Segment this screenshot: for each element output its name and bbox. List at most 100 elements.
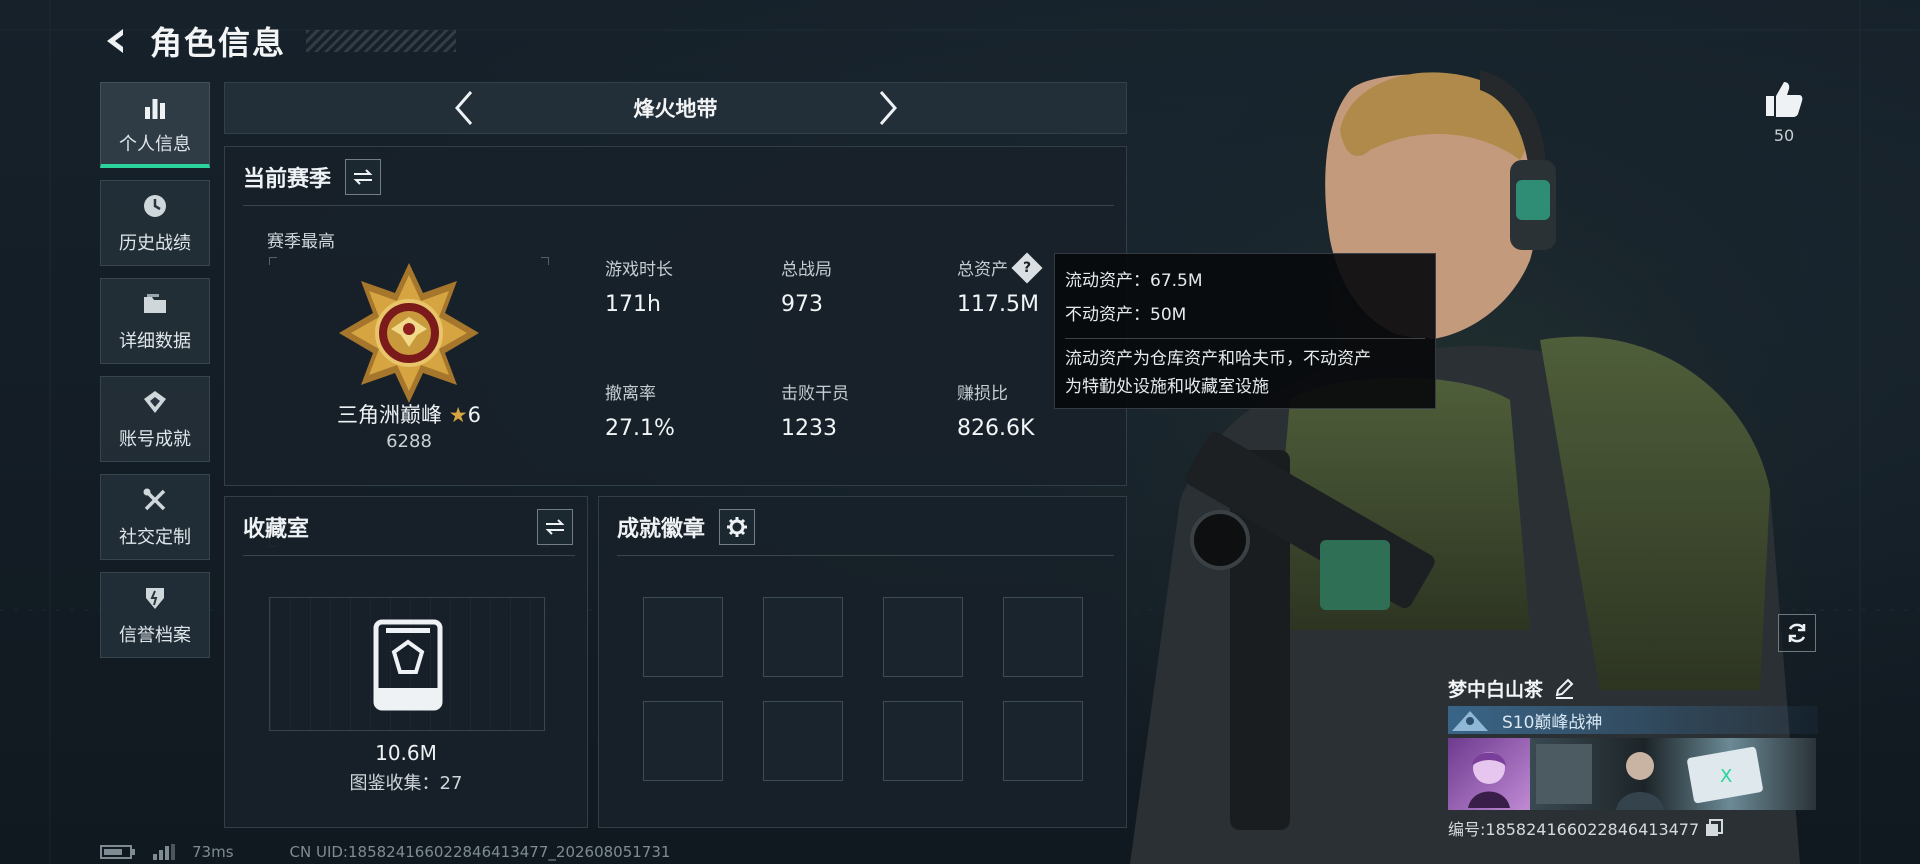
- rank-medal-icon: [339, 263, 479, 403]
- stat-total-assets: 总资产 ? 117.5M: [957, 251, 1043, 317]
- thumbs-up-icon: [1766, 82, 1803, 117]
- stat-operators-defeated: 击败干员 1233: [781, 384, 849, 441]
- player-profile-card: 梦中白山茶 S10巅峰战神 X 编号:185824166022846413477: [1448, 670, 1818, 840]
- sidebar-item-label: 详细数据: [119, 331, 191, 352]
- back-arrow-icon: [107, 29, 123, 53]
- rank-name-row: 三角洲巅峰 ★6: [269, 399, 549, 429]
- star-icon: ★: [448, 403, 468, 427]
- sidebar-item-label: 历史战绩: [119, 233, 191, 254]
- svg-text:X: X: [1720, 766, 1732, 787]
- player-banner[interactable]: X: [1448, 738, 1816, 810]
- history-clock-icon: [140, 191, 170, 221]
- current-season-panel: 当前赛季 赛季最高 三角洲巅峰 ★6 6288 游戏时长 171h 总战局 97…: [224, 146, 1127, 547]
- sidebar-item-achievements[interactable]: 账号成就: [100, 376, 210, 462]
- collection-count: 图鉴收集：27: [349, 773, 463, 794]
- rank-name: 三角洲巅峰: [337, 403, 443, 427]
- tools-icon: [140, 485, 170, 515]
- collection-switch-button[interactable]: [537, 509, 573, 545]
- badge-slot[interactable]: [763, 597, 843, 677]
- rank-stars: 6: [467, 403, 481, 427]
- sidebar-item-reputation[interactable]: 信誉档案: [100, 572, 210, 658]
- badge-slot[interactable]: [643, 597, 723, 677]
- mode-next-button[interactable]: [868, 88, 908, 128]
- display-case-icon: [373, 619, 443, 711]
- tooltip-description-2: 为特勤处设施和收藏室设施: [1065, 377, 1269, 397]
- swap-icon: [353, 169, 373, 185]
- season-best-label: 赛季最高: [267, 232, 335, 252]
- game-mode-selector: 烽火地带: [224, 82, 1127, 134]
- player-name: 梦中白山茶: [1448, 678, 1544, 701]
- page-title: 角色信息: [150, 24, 287, 62]
- player-title: S10巅峰战神: [1502, 712, 1603, 733]
- assets-tooltip: 流动资产：67.5M 不动资产：50M 流动资产为仓库资产和哈夫币，不动资产 为…: [1054, 253, 1436, 409]
- player-id: 编号:185824166022846413477: [1448, 820, 1700, 839]
- gear-icon: [727, 517, 748, 537]
- divider: [1065, 338, 1425, 339]
- ping-value: 73ms: [192, 843, 234, 861]
- stat-label: 总资产: [957, 260, 1008, 280]
- shield-icon: [140, 583, 170, 613]
- sidebar-item-personal-info[interactable]: 个人信息: [100, 82, 210, 168]
- title-decoration: [306, 30, 457, 52]
- banner-image: X: [1530, 738, 1816, 810]
- badge-slot[interactable]: [1003, 701, 1083, 781]
- copy-icon[interactable]: [1705, 819, 1724, 837]
- badge-slot[interactable]: [883, 701, 963, 781]
- player-title-bar[interactable]: S10巅峰战神: [1448, 706, 1818, 734]
- divider: [617, 555, 1114, 556]
- sidebar-item-history[interactable]: 历史战绩: [100, 180, 210, 266]
- chevron-left-icon: [454, 91, 472, 125]
- collection-preview[interactable]: [269, 597, 545, 731]
- sidebar: 个人信息 历史战绩 详细数据 账号成就 社交定制 信誉档案: [100, 82, 210, 658]
- sidebar-item-label: 社交定制: [119, 527, 191, 548]
- refresh-icon: [1788, 623, 1806, 643]
- player-id-row: 编号:185824166022846413477: [1448, 816, 1818, 840]
- folder-icon: [140, 289, 170, 319]
- uid-text: CN UID:185824166022846413477_20260805173…: [289, 843, 671, 861]
- stat-extraction-rate: 撤离率 27.1%: [605, 384, 675, 441]
- badge-slot[interactable]: [763, 701, 843, 781]
- badge-slot[interactable]: [643, 701, 723, 781]
- battery-icon: [100, 845, 135, 859]
- sidebar-item-label: 个人信息: [119, 133, 191, 155]
- mode-prev-button[interactable]: [444, 88, 484, 128]
- sidebar-item-label: 账号成就: [119, 429, 191, 450]
- signal-icon: [153, 844, 175, 860]
- achievement-badges-panel: 成就徽章: [598, 496, 1127, 828]
- bar-chart-icon: [140, 92, 170, 122]
- season-panel-title: 当前赛季: [243, 167, 332, 192]
- collection-value: 10.6M: [375, 741, 437, 765]
- divider: [243, 205, 1114, 206]
- collection-title: 收藏室: [243, 517, 310, 542]
- fixed-assets: 不动资产：50M: [1065, 305, 1187, 325]
- tooltip-description-1: 流动资产为仓库资产和哈夫币，不动资产: [1065, 349, 1371, 369]
- sidebar-item-social-customize[interactable]: 社交定制: [100, 474, 210, 560]
- like-widget[interactable]: 50: [1762, 80, 1806, 145]
- sidebar-item-label: 信誉档案: [119, 625, 191, 646]
- season-switch-button[interactable]: [345, 159, 382, 195]
- chevron-right-icon: [879, 91, 897, 125]
- stat-play-time: 游戏时长 171h: [605, 260, 673, 317]
- achievement-icon: [140, 387, 170, 417]
- collection-room-panel: 收藏室 10.6M 图鉴收集：27: [224, 496, 588, 828]
- badge-slot[interactable]: [883, 597, 963, 677]
- stat-total-matches: 总战局 973: [781, 260, 832, 317]
- status-bar: 73ms CN UID:185824166022846413477_202608…: [100, 843, 670, 861]
- sidebar-item-detailed-data[interactable]: 详细数据: [100, 278, 210, 364]
- badge-slot[interactable]: [1003, 597, 1083, 677]
- help-icon[interactable]: ?: [1011, 251, 1043, 284]
- badges-settings-button[interactable]: [719, 509, 756, 545]
- game-mode-name: 烽火地带: [633, 97, 718, 121]
- stat-profit-loss-ratio: 赚损比 826.6K: [957, 384, 1035, 441]
- divider: [243, 555, 575, 556]
- swap-icon: [545, 519, 565, 535]
- liquid-assets: 流动资产：67.5M: [1065, 271, 1203, 291]
- rank-score: 6288: [386, 431, 432, 452]
- title-emblem-icon: [1452, 711, 1488, 731]
- like-count: 50: [1773, 126, 1795, 145]
- badges-title: 成就徽章: [617, 517, 706, 542]
- back-button[interactable]: [96, 21, 136, 61]
- edit-pencil-icon[interactable]: [1553, 677, 1575, 699]
- refresh-button[interactable]: [1778, 614, 1816, 652]
- avatar[interactable]: [1448, 738, 1530, 810]
